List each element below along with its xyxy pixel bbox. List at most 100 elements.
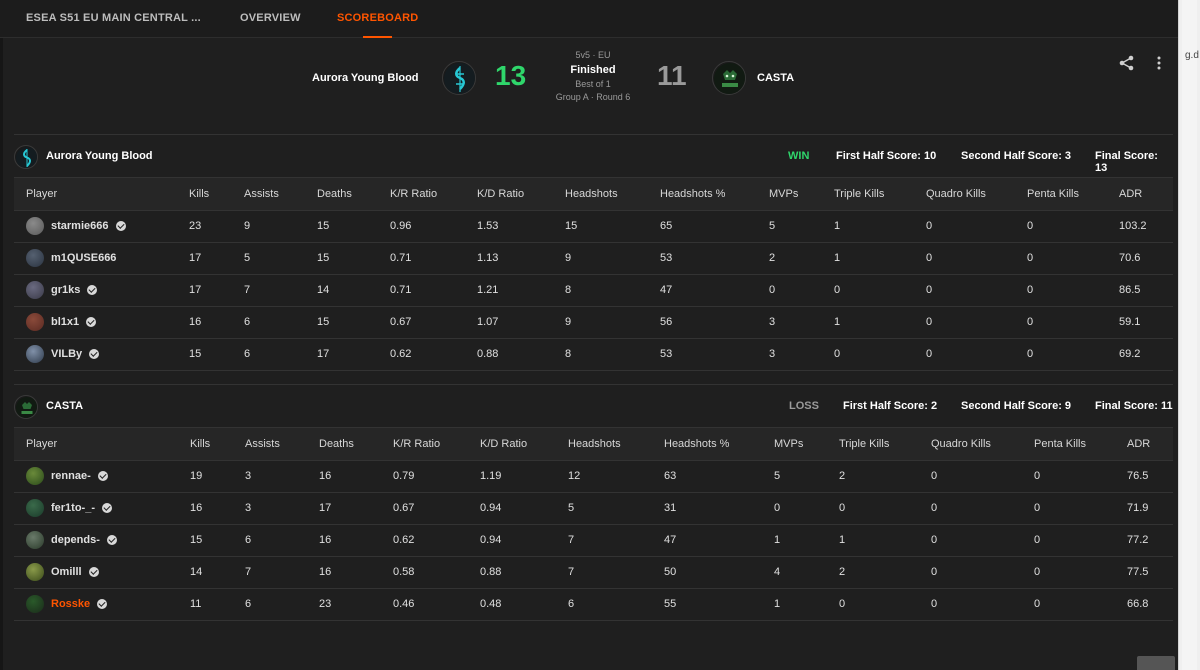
player-cell[interactable]: depends-: [14, 524, 178, 557]
col-headshots[interactable]: Headshots: [553, 178, 648, 211]
col-headshots[interactable]: Headshots: [556, 428, 652, 461]
col-penta-kills[interactable]: Penta Kills: [1022, 428, 1115, 461]
player-identity[interactable]: Rosske: [26, 595, 178, 613]
col-mvps[interactable]: MVPs: [762, 428, 827, 461]
stat-cell: 53: [648, 242, 757, 275]
avatar[interactable]: [26, 531, 44, 549]
player-cell[interactable]: starmie666: [14, 210, 177, 243]
team-a-logo[interactable]: [442, 61, 476, 95]
tab-competition[interactable]: ESEA S51 EU MAIN CENTRAL ...: [26, 0, 201, 38]
col-assists[interactable]: Assists: [232, 178, 305, 211]
avatar[interactable]: [26, 467, 44, 485]
player-cell[interactable]: m1QUSE666: [14, 242, 177, 275]
col-headshots-pct[interactable]: Headshots %: [648, 178, 757, 211]
player-cell[interactable]: Omilll: [14, 556, 178, 589]
player-cell[interactable]: VILBy: [14, 338, 177, 371]
player-identity[interactable]: Omilll: [26, 563, 178, 581]
team-b-table-name[interactable]: CASTA: [46, 400, 83, 412]
player-name[interactable]: depends-: [51, 534, 100, 546]
stat-cell: 0: [1015, 306, 1107, 339]
avatar[interactable]: [26, 249, 44, 267]
col-kd-ratio[interactable]: K/D Ratio: [468, 428, 556, 461]
player-cell[interactable]: gr1ks: [14, 274, 177, 307]
player-cell[interactable]: fer1to-_-: [14, 492, 178, 525]
player-name[interactable]: gr1ks: [51, 284, 80, 296]
stat-cell: 1.13: [465, 242, 553, 275]
avatar[interactable]: [26, 595, 44, 613]
player-name[interactable]: m1QUSE666: [51, 252, 116, 264]
col-quadro-kills[interactable]: Quadro Kills: [914, 178, 1015, 211]
col-player[interactable]: Player: [14, 428, 178, 461]
player-identity[interactable]: VILBy: [26, 345, 177, 363]
player-identity[interactable]: m1QUSE666: [26, 249, 177, 267]
team-b-logo[interactable]: [712, 61, 746, 95]
share-icon[interactable]: [1118, 54, 1136, 72]
col-penta-kills[interactable]: Penta Kills: [1015, 178, 1107, 211]
col-kd-ratio[interactable]: K/D Ratio: [465, 178, 553, 211]
stat-cell: 15: [177, 338, 232, 371]
scroll-to-top-button[interactable]: [1137, 656, 1175, 670]
col-assists[interactable]: Assists: [233, 428, 307, 461]
avatar[interactable]: [26, 499, 44, 517]
team-b-name[interactable]: CASTA: [757, 72, 794, 84]
player-name[interactable]: Rosske: [51, 598, 90, 610]
col-triple-kills[interactable]: Triple Kills: [822, 178, 914, 211]
player-name[interactable]: fer1to-_-: [51, 502, 95, 514]
col-headshots-pct[interactable]: Headshots %: [652, 428, 762, 461]
player-identity[interactable]: gr1ks: [26, 281, 177, 299]
col-kr-ratio[interactable]: K/R Ratio: [378, 178, 465, 211]
stat-cell: 23: [177, 210, 232, 243]
stat-cell: 23: [307, 588, 381, 621]
avatar[interactable]: [26, 313, 44, 331]
team-a-table-name[interactable]: Aurora Young Blood: [46, 150, 153, 162]
player-cell[interactable]: rennae-: [14, 460, 178, 493]
stat-cell: 3: [757, 306, 822, 339]
player-cell[interactable]: Rosske: [14, 588, 178, 621]
avatar[interactable]: [26, 217, 44, 235]
stat-cell: 14: [178, 556, 233, 589]
tab-scoreboard[interactable]: SCOREBOARD: [337, 0, 418, 38]
col-kills[interactable]: Kills: [178, 428, 233, 461]
player-identity[interactable]: rennae-: [26, 467, 178, 485]
player-identity[interactable]: bl1x1: [26, 313, 177, 331]
stat-cell: 2: [757, 242, 822, 275]
player-name[interactable]: starmie666: [51, 220, 109, 232]
team-a-name[interactable]: Aurora Young Blood: [312, 72, 419, 84]
col-adr[interactable]: ADR: [1115, 428, 1173, 461]
more-vertical-icon[interactable]: [1150, 54, 1168, 72]
avatar[interactable]: [26, 563, 44, 581]
col-kills[interactable]: Kills: [177, 178, 232, 211]
stat-cell: 16: [177, 306, 232, 339]
col-quadro-kills[interactable]: Quadro Kills: [919, 428, 1022, 461]
player-identity[interactable]: fer1to-_-: [26, 499, 178, 517]
player-name[interactable]: bl1x1: [51, 316, 79, 328]
col-adr[interactable]: ADR: [1107, 178, 1173, 211]
table-row: VILBy 15 6 17 0.62 0.88 8 53 3 0 0 0 69.2: [14, 338, 1173, 371]
avatar[interactable]: [26, 345, 44, 363]
vertical-scrollbar[interactable]: [1178, 0, 1200, 670]
stat-cell: 0: [822, 338, 914, 371]
stat-cell: 0: [919, 556, 1022, 589]
col-kr-ratio[interactable]: K/R Ratio: [381, 428, 468, 461]
stat-cell: 7: [233, 556, 307, 589]
stat-cell: 4: [762, 556, 827, 589]
player-cell[interactable]: bl1x1: [14, 306, 177, 339]
player-identity[interactable]: starmie666: [26, 217, 177, 235]
player-name[interactable]: VILBy: [51, 348, 82, 360]
col-deaths[interactable]: Deaths: [305, 178, 378, 211]
tab-overview[interactable]: OVERVIEW: [240, 0, 301, 38]
stat-cell: 5: [757, 210, 822, 243]
player-name[interactable]: rennae-: [51, 470, 91, 482]
stat-cell: 9: [232, 210, 305, 243]
col-player[interactable]: Player: [14, 178, 177, 211]
player-identity[interactable]: depends-: [26, 531, 178, 549]
player-name[interactable]: Omilll: [51, 566, 82, 578]
avatar[interactable]: [26, 281, 44, 299]
team-b-second-half: Second Half Score: 9: [961, 400, 1072, 412]
col-mvps[interactable]: MVPs: [757, 178, 822, 211]
stat-cell: 53: [648, 338, 757, 371]
team-b-final-score: Final Score: 11: [1095, 400, 1173, 412]
col-deaths[interactable]: Deaths: [307, 428, 381, 461]
scrollbar-thumb[interactable]: [1182, 0, 1197, 670]
col-triple-kills[interactable]: Triple Kills: [827, 428, 919, 461]
